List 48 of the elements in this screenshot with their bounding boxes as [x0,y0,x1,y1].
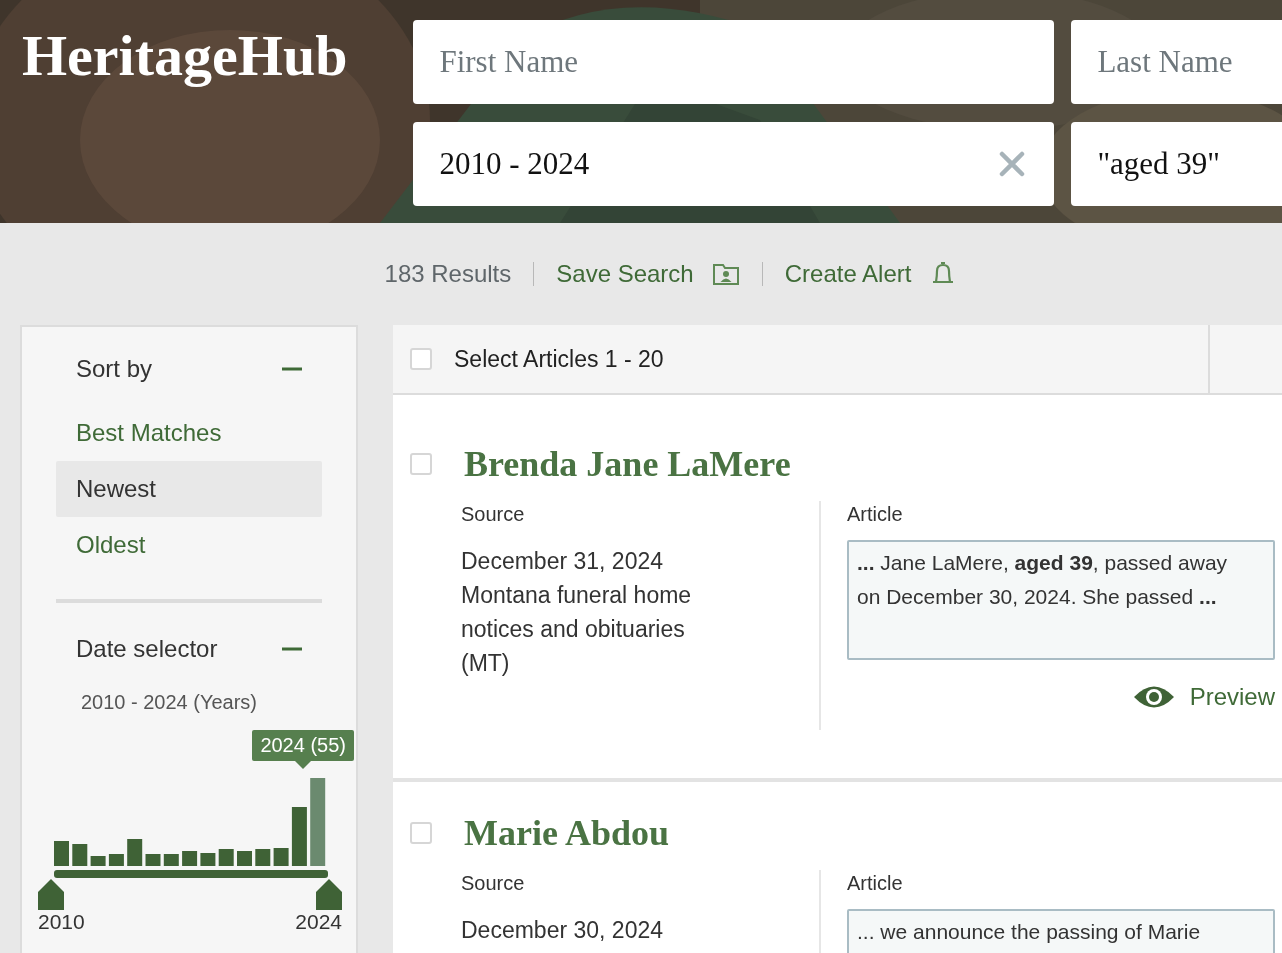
histogram-bar[interactable] [145,854,161,866]
save-search-link[interactable]: Save Search [556,260,740,288]
clear-icon[interactable] [998,150,1027,178]
preview-link[interactable]: Preview [1131,682,1275,712]
date-text: December 30, 2024 [461,916,664,945]
histogram-bar[interactable] [310,778,326,866]
create-alert-link[interactable]: Create Alert [784,260,958,288]
article-snippet: ... we announce the passing of Marie [847,909,1275,953]
source-label: Source [461,872,526,895]
histogram-bar[interactable] [182,851,198,866]
publication-text: Montana funeral home notices and obituaries (MT) [461,581,693,678]
histogram-bar[interactable] [218,849,234,866]
axis-label: 2024 [295,910,342,934]
section-title: Sort by [76,355,153,383]
article-label: Article [847,872,904,895]
select-label: Select Articles 1 - 20 [454,345,664,373]
axis-label: 2010 [38,910,85,934]
histogram-bar[interactable] [108,854,124,866]
checkbox[interactable] [410,348,432,370]
results-count: 183 Results [384,260,512,288]
sort-option[interactable]: Oldest [56,517,322,573]
range-label: 2010 - 2024 (Years) [79,691,258,714]
search-field[interactable]: First Name [413,20,1055,104]
sort-option[interactable]: Best Matches [56,405,322,461]
search-field[interactable]: 2010 - 2024 [413,122,1055,206]
histogram-bar[interactable] [255,849,271,866]
histogram-bar[interactable] [291,807,307,866]
article-snippet: ... Jane LaMere, aged 39, passed away on December 30, 2024. She passed ... [847,540,1275,660]
date-text: December 31, 2024 [461,547,664,576]
histogram-bar[interactable] [163,854,179,866]
article-label: Article [847,503,904,526]
section-title: Date selector [76,635,218,663]
tooltip-pointer-icon [295,761,312,769]
sort-option[interactable]: Newest [56,461,322,517]
search-field[interactable]: Last Name [1071,20,1282,104]
histogram-bar[interactable] [273,848,289,866]
range-handle[interactable] [38,879,64,910]
search-field[interactable]: "aged 39" [1071,122,1282,206]
histogram-bar[interactable] [127,839,143,866]
source-label: Source [461,503,526,526]
histogram-bar[interactable] [200,853,216,866]
range-handle[interactable] [316,879,342,910]
histogram-bar[interactable] [90,856,106,866]
result-title[interactable]: Marie Abdou [464,812,669,854]
checkbox[interactable] [410,822,432,844]
checkbox[interactable] [410,453,432,475]
result-title[interactable]: Brenda Jane LaMere [464,443,791,485]
histogram-bar[interactable] [72,844,88,866]
